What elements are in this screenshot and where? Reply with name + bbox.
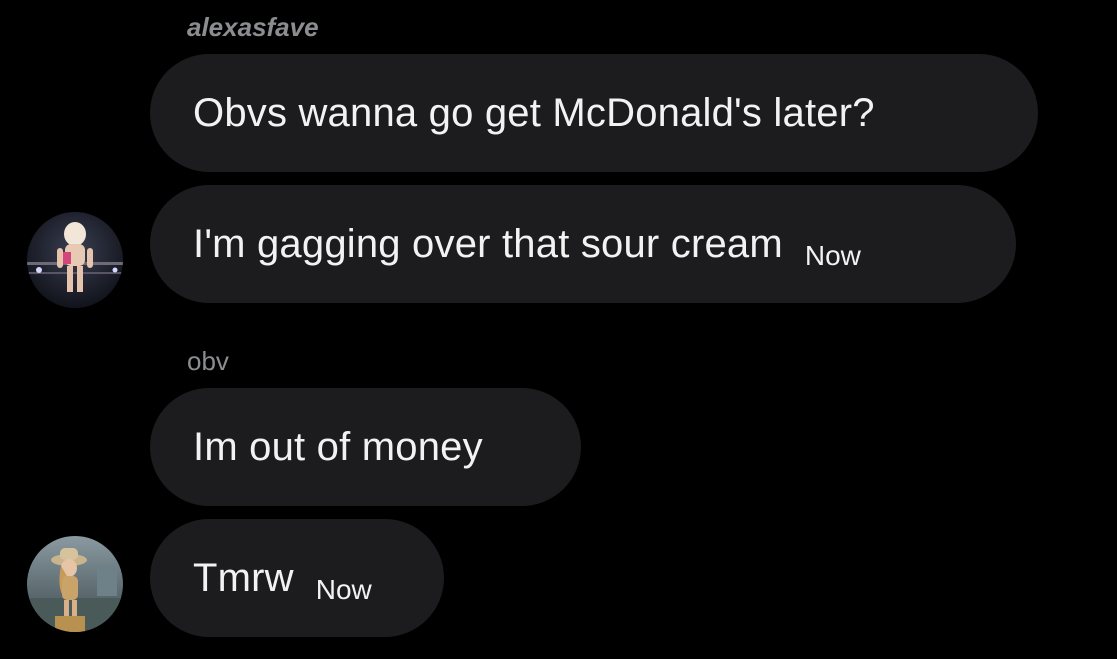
message-text: Im out of money [193, 424, 483, 469]
message-text: I'm gagging over that sour cream [193, 221, 783, 266]
message-bubble[interactable]: Tmrw Now [150, 519, 444, 637]
message-bubble[interactable]: I'm gagging over that sour cream Now [150, 185, 1016, 303]
profile-photo-icon [27, 212, 123, 308]
message-text: Tmrw [193, 555, 294, 600]
avatar[interactable] [27, 212, 123, 308]
sender-name: alexasfave [187, 12, 319, 42]
avatar[interactable] [27, 536, 123, 632]
sender-name: obv [187, 346, 229, 376]
message-timestamp: Now [315, 574, 372, 605]
message-timestamp: Now [804, 240, 861, 271]
profile-photo-icon [27, 536, 123, 632]
message-text: Obvs wanna go get McDonald's later? [193, 90, 875, 135]
message-bubble[interactable]: Im out of money [150, 388, 581, 506]
message-bubble[interactable]: Obvs wanna go get McDonald's later? [150, 54, 1038, 172]
